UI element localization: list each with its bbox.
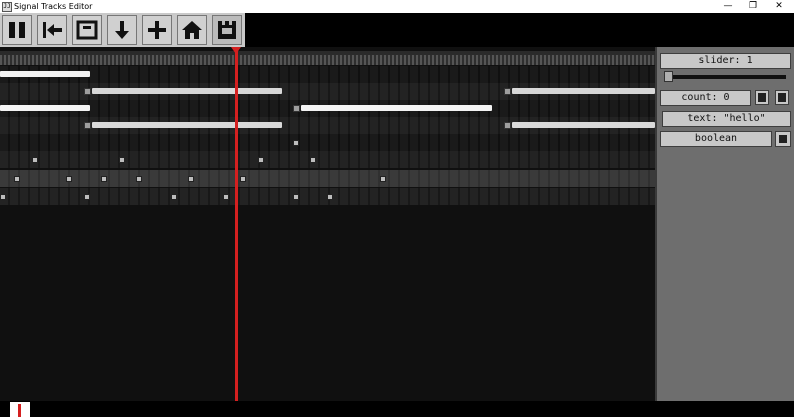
pause-button[interactable] bbox=[2, 15, 32, 45]
add-button[interactable] bbox=[142, 15, 172, 45]
track-lane[interactable] bbox=[0, 151, 655, 168]
bar-handle[interactable] bbox=[84, 88, 91, 95]
castle-button[interactable] bbox=[212, 15, 242, 45]
checkbox-mark bbox=[779, 135, 787, 143]
event-marker[interactable] bbox=[188, 176, 194, 182]
pause-icon bbox=[9, 22, 25, 38]
count-label: count: 0 bbox=[660, 90, 751, 106]
signal-bar[interactable] bbox=[92, 88, 282, 94]
signal-bar[interactable] bbox=[512, 88, 655, 94]
count-decrement-button[interactable] bbox=[755, 90, 769, 105]
window-title-bar: JJ Signal Tracks Editor — ❐ ✕ bbox=[0, 0, 794, 13]
maximize-button[interactable]: ❐ bbox=[742, 0, 764, 13]
playhead-status-icon bbox=[10, 402, 30, 417]
time-ruler[interactable] bbox=[0, 55, 655, 65]
bar-handle[interactable] bbox=[504, 122, 511, 129]
bar-handle[interactable] bbox=[84, 122, 91, 129]
event-marker[interactable] bbox=[223, 194, 229, 200]
event-marker[interactable] bbox=[171, 194, 177, 200]
event-marker[interactable] bbox=[327, 194, 333, 200]
decrement-icon bbox=[758, 93, 766, 102]
signal-bar[interactable] bbox=[512, 122, 655, 128]
event-marker[interactable] bbox=[380, 176, 386, 182]
jump-to-start-button[interactable] bbox=[37, 15, 67, 45]
jump-to-start-icon bbox=[43, 22, 62, 38]
event-marker[interactable] bbox=[84, 194, 90, 200]
event-marker[interactable] bbox=[136, 176, 142, 182]
event-marker[interactable] bbox=[240, 176, 246, 182]
track-lane[interactable] bbox=[0, 66, 655, 83]
plus-icon bbox=[148, 21, 166, 39]
slider-thumb[interactable] bbox=[664, 71, 673, 82]
event-marker[interactable] bbox=[66, 176, 72, 182]
frame-icon bbox=[76, 20, 98, 40]
playhead[interactable] bbox=[235, 47, 238, 401]
toolbar bbox=[0, 13, 245, 47]
signal-bar[interactable] bbox=[92, 122, 282, 128]
count-increment-button[interactable] bbox=[775, 90, 789, 105]
window-title: Signal Tracks Editor bbox=[14, 2, 93, 11]
track-lane-highlighted[interactable] bbox=[0, 170, 655, 187]
arrow-down-icon bbox=[115, 21, 129, 39]
text-field[interactable]: text: "hello" bbox=[662, 111, 791, 127]
boolean-label: boolean bbox=[660, 131, 772, 147]
event-marker[interactable] bbox=[293, 194, 299, 200]
event-marker[interactable] bbox=[14, 176, 20, 182]
track-lane[interactable] bbox=[0, 100, 655, 117]
track-lane[interactable] bbox=[0, 134, 655, 151]
signal-bar[interactable] bbox=[0, 105, 90, 111]
arrow-down-button[interactable] bbox=[107, 15, 137, 45]
home-icon bbox=[182, 21, 202, 39]
event-marker[interactable] bbox=[310, 157, 316, 163]
status-bar bbox=[0, 401, 794, 417]
close-button[interactable]: ✕ bbox=[768, 0, 790, 13]
playhead-marker-icon bbox=[18, 404, 21, 417]
track-lane[interactable] bbox=[0, 83, 655, 100]
castle-icon bbox=[218, 21, 236, 39]
event-marker[interactable] bbox=[293, 140, 299, 146]
playhead-handle[interactable] bbox=[231, 47, 241, 54]
event-marker[interactable] bbox=[0, 194, 6, 200]
bar-handle[interactable] bbox=[504, 88, 511, 95]
slider-track[interactable] bbox=[668, 75, 786, 79]
home-button[interactable] bbox=[177, 15, 207, 45]
minimize-button[interactable]: — bbox=[717, 0, 739, 13]
signal-bar[interactable] bbox=[0, 71, 90, 77]
event-marker[interactable] bbox=[258, 157, 264, 163]
signal-bar[interactable] bbox=[301, 105, 492, 111]
track-lane[interactable] bbox=[0, 188, 655, 205]
boolean-checkbox[interactable] bbox=[775, 131, 791, 147]
frame-button[interactable] bbox=[72, 15, 102, 45]
event-marker[interactable] bbox=[101, 176, 107, 182]
event-marker[interactable] bbox=[32, 157, 38, 163]
bar-handle[interactable] bbox=[293, 105, 300, 112]
timeline[interactable] bbox=[0, 47, 655, 401]
slider-label: slider: 1 bbox=[660, 53, 791, 69]
event-marker[interactable] bbox=[119, 157, 125, 163]
track-lane[interactable] bbox=[0, 117, 655, 134]
increment-icon bbox=[778, 93, 786, 102]
app-icon: JJ bbox=[2, 2, 12, 12]
